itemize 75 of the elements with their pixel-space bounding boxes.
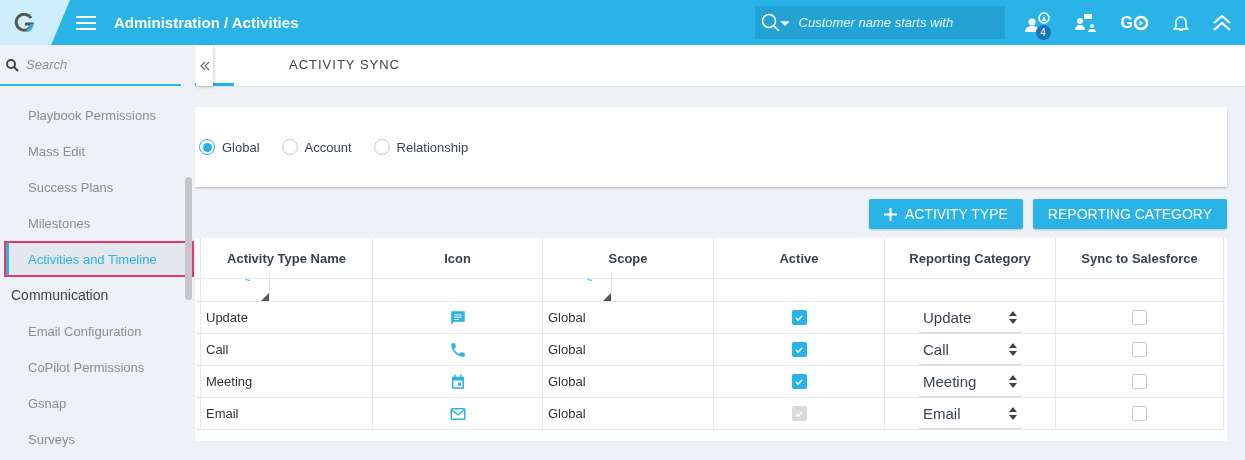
active-checkbox[interactable] — [791, 342, 807, 357]
scope-radio[interactable]: Relationship — [373, 139, 469, 155]
sync-checkbox[interactable] — [1132, 342, 1147, 357]
sidebar-item[interactable]: Success Plans — [0, 169, 181, 205]
sync-checkbox[interactable] — [1132, 406, 1147, 421]
check-icon — [794, 408, 804, 419]
sidebar-search-field[interactable]: Search — [0, 45, 181, 86]
table-cell: Global — [543, 302, 714, 334]
scope-radio[interactable]: Account — [281, 139, 352, 155]
active-checkbox[interactable] — [791, 374, 807, 389]
category-select[interactable]: Call — [917, 334, 1023, 365]
table-cell: Global — [543, 398, 714, 430]
sidebar-item[interactable]: Mass Edit — [0, 133, 181, 169]
column-header: Active — [714, 238, 885, 279]
go-button[interactable]: G — [1120, 13, 1149, 32]
column-header: Icon — [373, 238, 543, 279]
sidebar-item[interactable]: CoPilot Permissions — [0, 349, 181, 385]
menu-icon[interactable] — [76, 14, 96, 31]
sort-arrows-icon — [1009, 406, 1017, 420]
users-icon — [1024, 11, 1051, 34]
tab[interactable]: ACTIVITY SYNC — [289, 45, 400, 86]
search-icon[interactable] — [760, 12, 789, 33]
table-cell: Update — [201, 302, 373, 334]
hierarchy-icon[interactable] — [1074, 12, 1097, 33]
category-select[interactable]: Email — [917, 398, 1023, 429]
sync-checkbox[interactable] — [1132, 374, 1147, 389]
table-cell: Global — [543, 366, 714, 398]
sort-arrows-icon — [1009, 374, 1017, 388]
play-circle-icon — [1133, 14, 1149, 31]
customer-search-field[interactable]: Customer name starts with — [754, 6, 1005, 39]
chat-icon — [448, 308, 467, 327]
sidebar-item[interactable]: Playbook Permissions — [0, 97, 181, 133]
plus-icon — [883, 207, 897, 221]
logo-icon — [14, 12, 34, 33]
radio-label: Global — [222, 139, 260, 155]
reporting-category-button[interactable]: REPORTING CATEGORY — [1032, 199, 1227, 229]
double-chevron-left-icon — [199, 60, 210, 71]
phone-icon — [448, 340, 467, 359]
column-header: Reporting Category — [885, 238, 1056, 279]
search-icon — [6, 59, 19, 72]
sidebar-group-label: Communication — [10, 286, 110, 305]
column-header: Activity Type Name — [201, 238, 373, 279]
add-activity-type-button[interactable]: ACTIVITY TYPE — [868, 199, 1023, 229]
check-icon — [794, 344, 804, 355]
scope-radio[interactable]: Global — [199, 139, 260, 155]
column-header: Sync to Salesforce — [1056, 238, 1224, 279]
breadcrumb: Administration / Activities — [114, 14, 299, 31]
sidebar-item[interactable]: Email Configuration — [0, 313, 181, 349]
bell-icon[interactable] — [1173, 13, 1189, 32]
column-header: Scope — [543, 238, 714, 279]
users-button[interactable]: 4 — [1024, 11, 1051, 46]
filter-field[interactable]: ~ — [568, 270, 612, 301]
category-select[interactable]: Meeting — [917, 366, 1023, 397]
filter-field[interactable]: ~ — [226, 270, 270, 301]
notification-count: 4 — [1035, 24, 1051, 40]
active-checkbox[interactable] — [791, 310, 807, 325]
sync-checkbox[interactable] — [1132, 310, 1147, 325]
table-cell: Meeting — [201, 366, 373, 398]
scrollbar[interactable] — [185, 177, 192, 300]
active-tab-indicator — [195, 83, 234, 86]
collapse-up-icon[interactable] — [1213, 14, 1231, 31]
sidebar-item[interactable]: Activities and Timeline — [4, 241, 194, 277]
sort-arrows-icon — [1009, 310, 1017, 324]
table-cell: Email — [201, 398, 373, 430]
table-cell: Call — [201, 334, 373, 366]
sidebar-item[interactable]: Milestones — [0, 205, 181, 241]
radio-label: Relationship — [396, 139, 469, 155]
radio-label: Account — [304, 139, 352, 155]
sidebar-item[interactable]: Gsnap — [0, 385, 181, 421]
table-cell: Global — [543, 334, 714, 366]
category-select[interactable]: Update — [917, 302, 1023, 333]
check-icon — [794, 376, 804, 387]
check-icon — [794, 312, 804, 323]
sort-arrows-icon — [1009, 342, 1017, 356]
sidebar-item[interactable]: Surveys — [0, 421, 181, 457]
